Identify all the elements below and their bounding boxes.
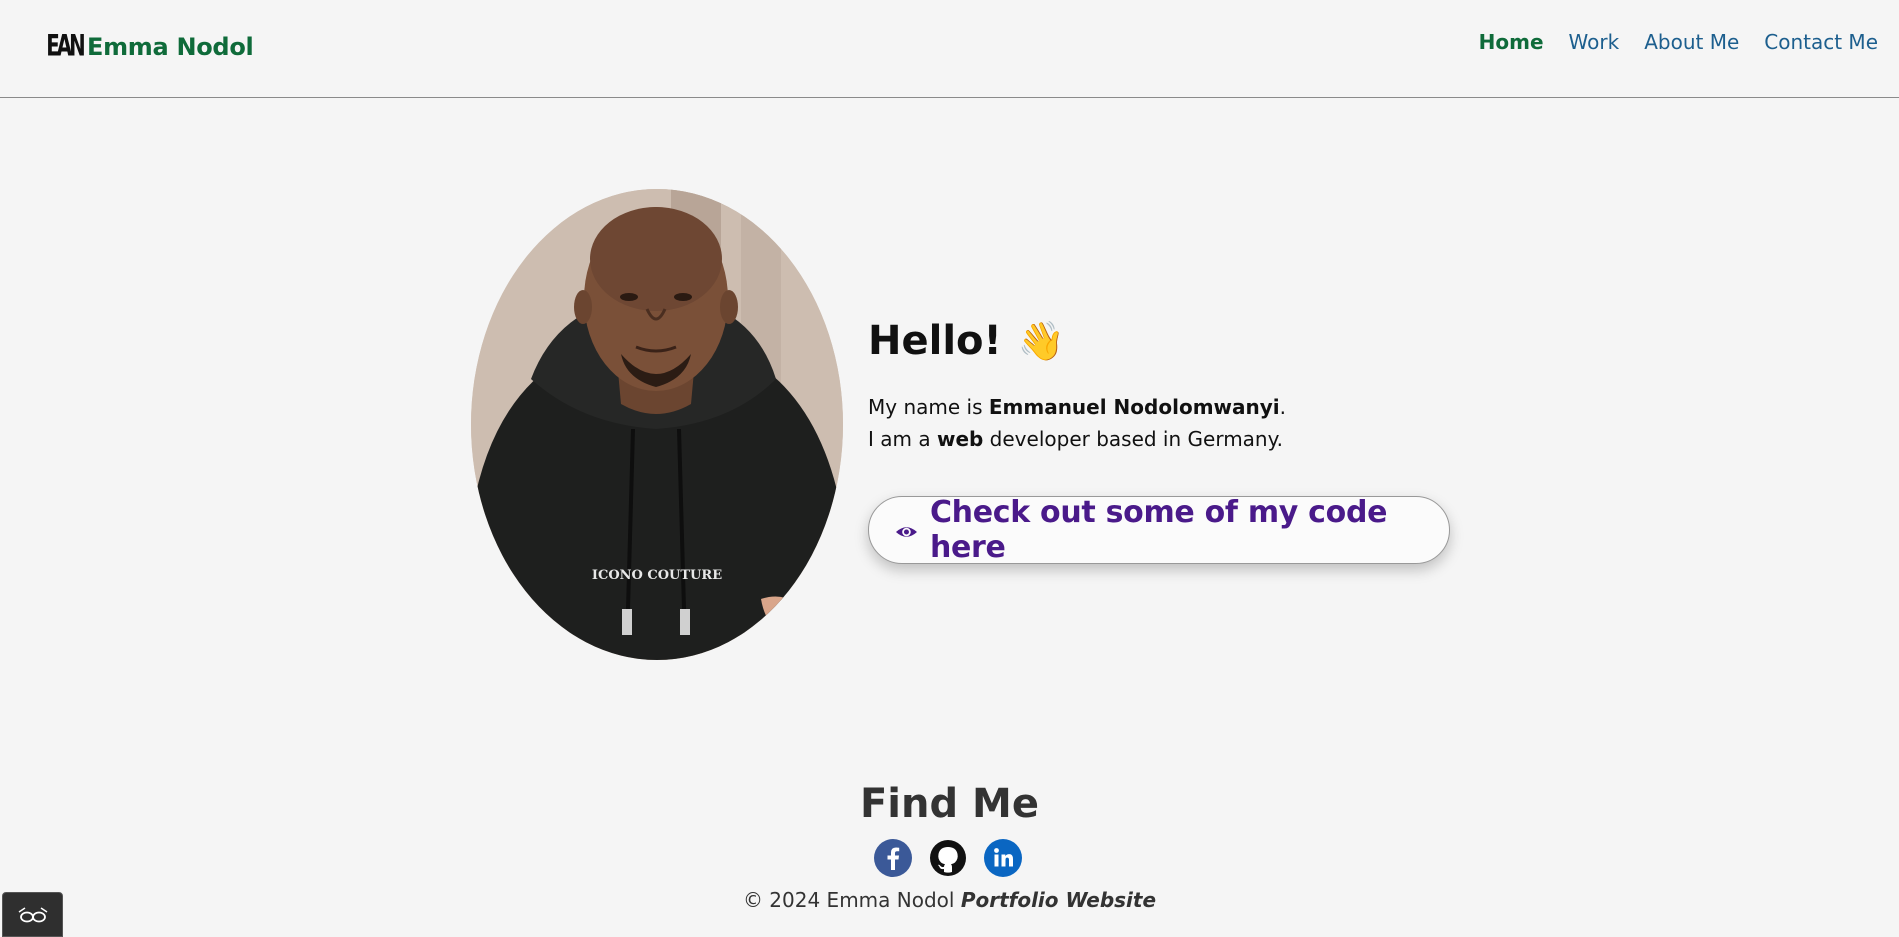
greeting: Hello! 👋 [868, 315, 1468, 367]
bio-name-suffix: . [1279, 395, 1286, 419]
view-code-button[interactable]: Check out some of my code here [868, 495, 1450, 565]
bio-role-suffix: developer based in Germany. [983, 427, 1283, 451]
view-code-label: Check out some of my code here [929, 495, 1388, 565]
social-links [874, 839, 1022, 877]
hoodie-print: ICONO COUTURE [592, 568, 722, 583]
brand-link[interactable]: EAN Emma Nodol [46, 28, 253, 65]
nav-home[interactable]: Home [1479, 30, 1544, 54]
accessibility-button[interactable] [2, 892, 63, 937]
bio-name-prefix: My name is [868, 395, 989, 419]
github-icon [930, 840, 966, 876]
bio-role: web [936, 427, 984, 451]
glasses-icon [18, 906, 47, 922]
nav-work[interactable]: Work [1569, 30, 1620, 54]
brand-name: Emma Nodol [87, 32, 254, 61]
intro-section: Hello! 👋 My name is Emmanuel Nodolomwany… [868, 315, 1468, 455]
github-link[interactable] [929, 839, 967, 877]
bio-line-2: I am a web developer based in Germany. [868, 423, 1468, 455]
copyright-emphasis: Portfolio Website [960, 888, 1157, 912]
copyright: © 2024 Emma Nodol Portfolio Website [0, 888, 1899, 912]
facebook-icon [874, 839, 912, 877]
nav-contact-me[interactable]: Contact Me [1764, 30, 1878, 54]
bio: My name is Emmanuel Nodolomwanyi. I am a… [868, 391, 1468, 455]
waving-hand-icon: 👋 [1017, 318, 1066, 363]
brand-logo: EAN [46, 29, 85, 64]
bio-line-1: My name is Emmanuel Nodolomwanyi. [868, 391, 1468, 423]
bio-name: Emmanuel Nodolomwanyi [988, 395, 1280, 419]
bio-role-prefix: I am a [868, 427, 937, 451]
eye-icon [895, 527, 917, 537]
linkedin-icon [984, 839, 1022, 877]
facebook-link[interactable] [874, 839, 912, 877]
copyright-text: © 2024 Emma Nodol [742, 888, 961, 912]
greeting-text: Hello! [868, 318, 1002, 364]
find-me-title: Find Me [859, 781, 1039, 827]
main-nav: Home Work About Me Contact Me [1479, 30, 1878, 54]
profile-photo: ICONO COUTURE [471, 189, 843, 660]
nav-about-me[interactable]: About Me [1644, 30, 1739, 54]
site-header: EAN Emma Nodol Home Work About Me Contac… [0, 0, 1899, 98]
linkedin-link[interactable] [984, 839, 1022, 877]
